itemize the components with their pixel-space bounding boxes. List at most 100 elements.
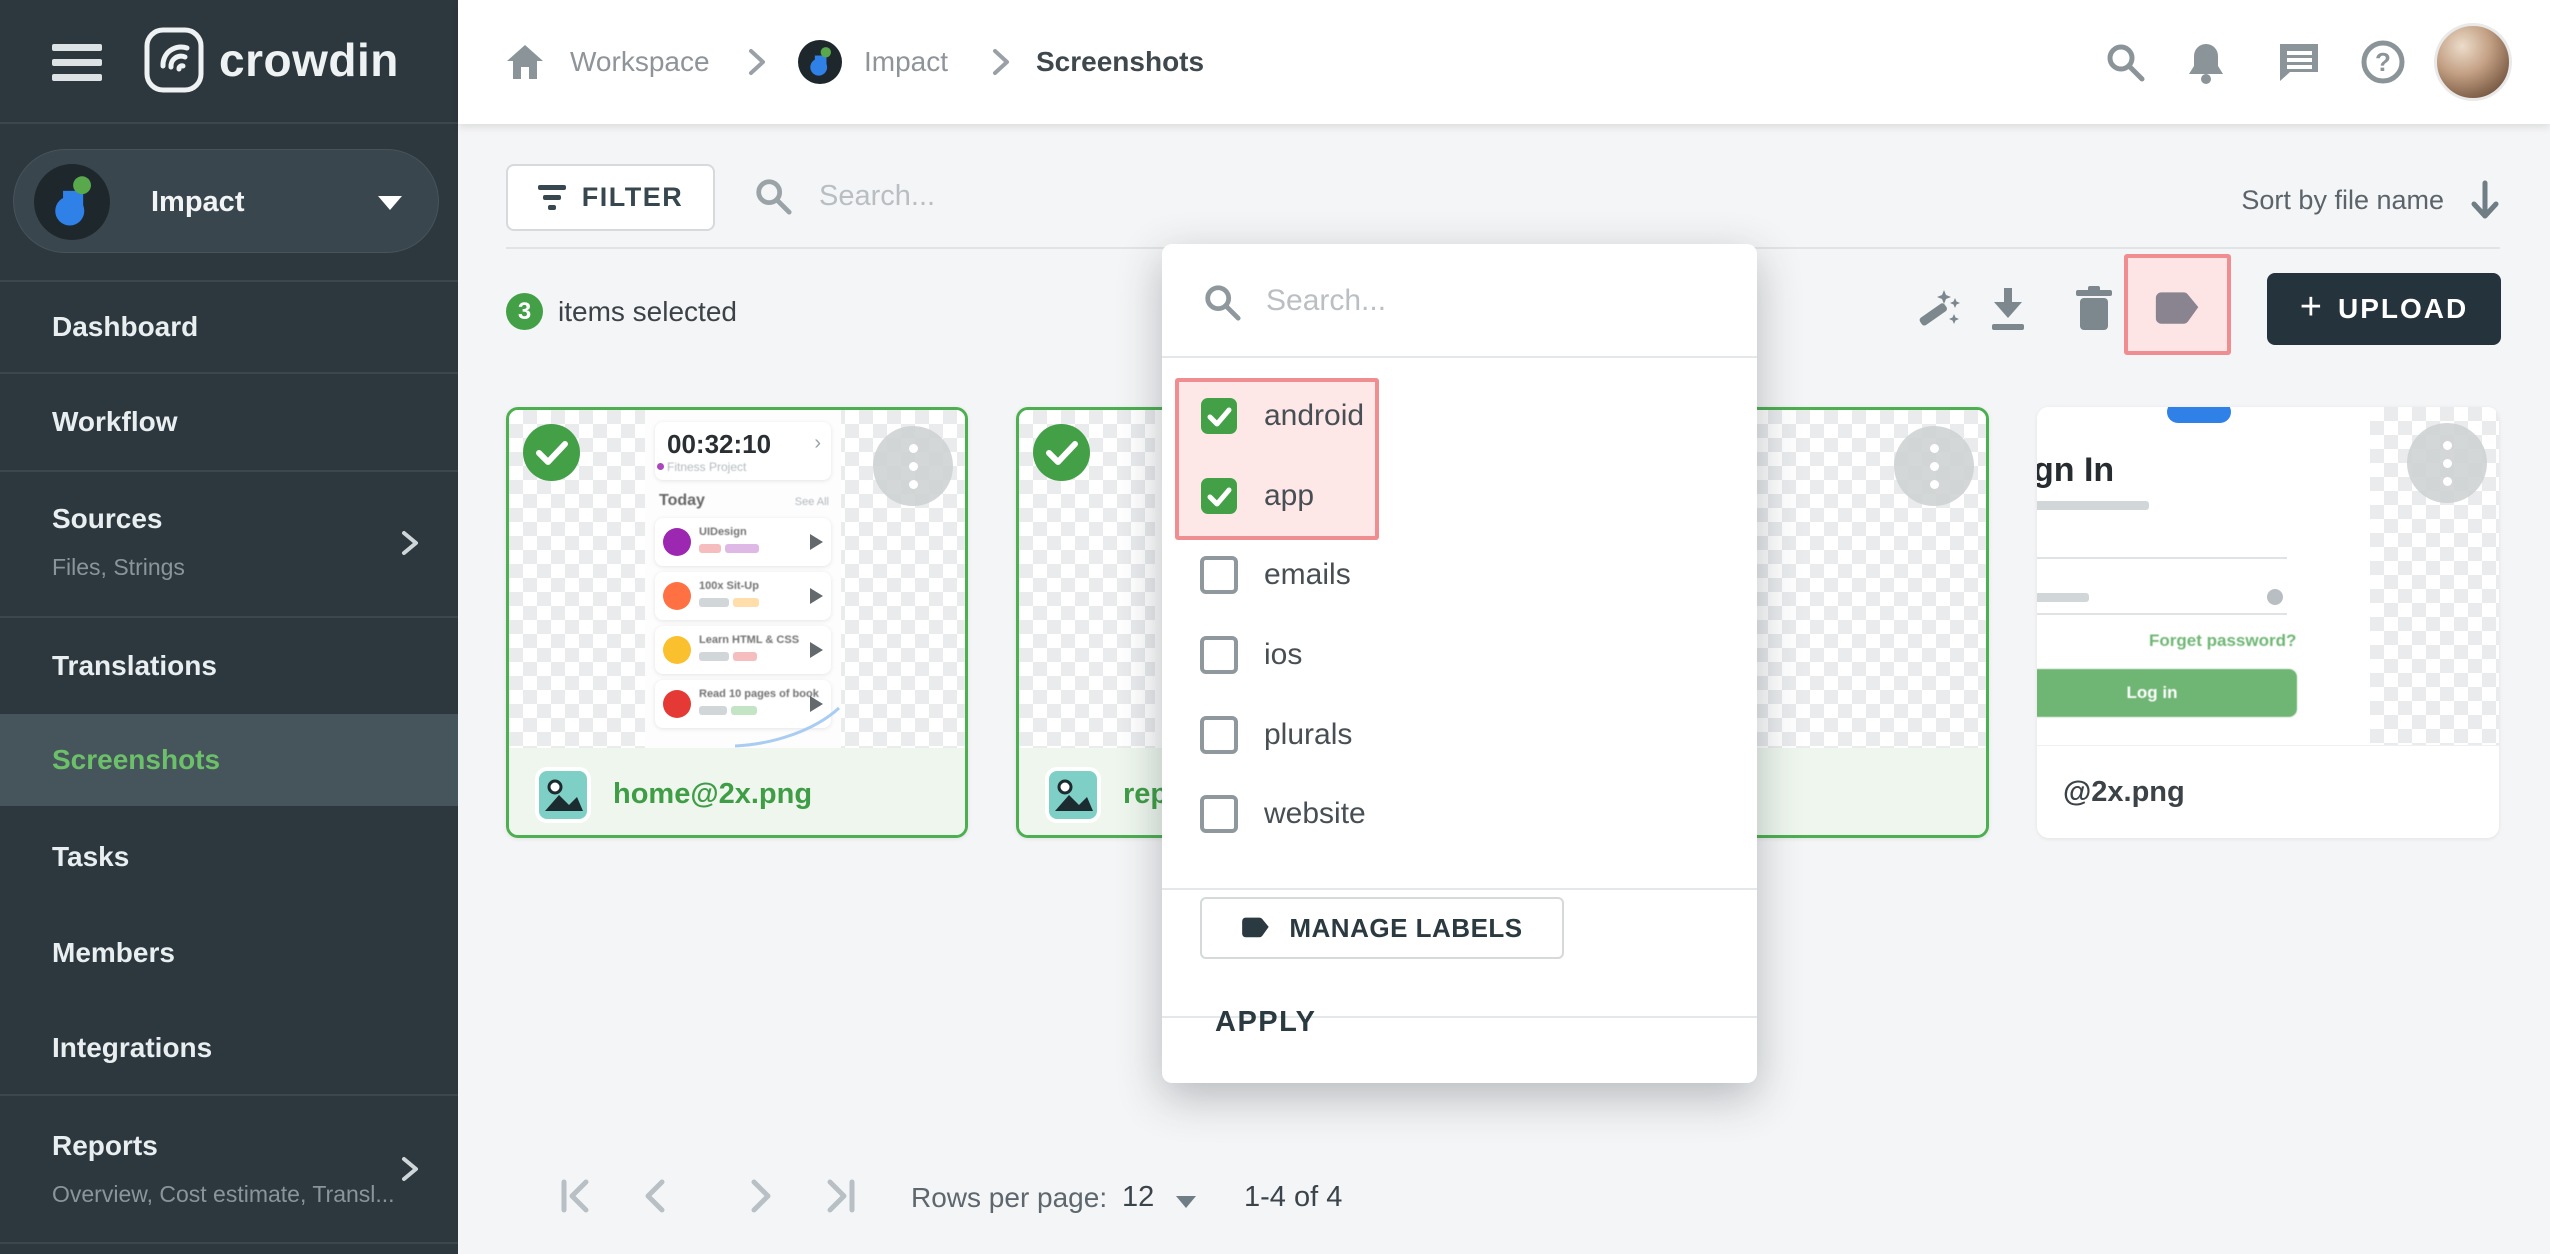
chevron-right-icon bbox=[746, 47, 768, 77]
rows-per-page-value[interactable]: 12 bbox=[1122, 1181, 1154, 1214]
divider bbox=[1162, 356, 1757, 358]
bell-icon[interactable] bbox=[2186, 40, 2226, 84]
screenshot-card-home[interactable]: 00:32:10 › Fitness Project Today See All… bbox=[506, 407, 968, 838]
checkbox-unchecked-icon[interactable] bbox=[1200, 556, 1238, 594]
sidebar-item-dashboard[interactable]: Dashboard bbox=[0, 282, 458, 372]
label-option-android[interactable]: android bbox=[1162, 376, 1757, 456]
delete-icon[interactable] bbox=[2070, 284, 2118, 332]
sidebar-item-subtitle: Files, Strings bbox=[52, 554, 185, 581]
screenshot-filename[interactable]: home@2x.png bbox=[613, 778, 812, 811]
card-menu-button[interactable] bbox=[1894, 426, 1974, 506]
label-tag-icon[interactable] bbox=[2154, 285, 2202, 333]
breadcrumb-workspace[interactable]: Workspace bbox=[570, 46, 710, 78]
sidebar-item-label: Tasks bbox=[52, 841, 129, 873]
sidebar-item-members[interactable]: Members bbox=[0, 906, 458, 1000]
divider bbox=[1162, 888, 1757, 890]
checkbox-unchecked-icon[interactable] bbox=[1200, 795, 1238, 833]
sidebar-item-screenshots[interactable]: Screenshots bbox=[0, 714, 458, 806]
search-placeholder: Search... bbox=[819, 180, 935, 213]
filter-button[interactable]: FILTER bbox=[506, 164, 715, 231]
breadcrumb-project[interactable]: Impact bbox=[864, 46, 948, 78]
project-avatar bbox=[34, 164, 110, 240]
sidebar-item-integrations[interactable]: Integrations bbox=[0, 1002, 458, 1094]
sidebar-item-reports[interactable]: Reports Overview, Cost estimate, Transl.… bbox=[0, 1096, 458, 1242]
rows-per-page-label: Rows per page: bbox=[911, 1182, 1107, 1214]
breadcrumb-current: Screenshots bbox=[1036, 46, 1204, 78]
selected-items-text: items selected bbox=[558, 296, 737, 328]
card-footer: home@2x.png bbox=[509, 748, 965, 838]
search-icon[interactable] bbox=[2104, 41, 2146, 83]
sidebar-item-tasks[interactable]: Tasks bbox=[0, 810, 458, 904]
sidebar-item-label: Dashboard bbox=[52, 311, 198, 343]
plus-icon: + bbox=[2300, 288, 2322, 326]
screenshot-search[interactable]: Search... bbox=[753, 176, 935, 216]
checkbox-checked-icon[interactable] bbox=[1200, 397, 1238, 435]
label-option-app[interactable]: app bbox=[1162, 456, 1757, 536]
sort-direction-icon bbox=[2470, 180, 2500, 220]
project-selector[interactable]: Impact bbox=[13, 149, 439, 253]
chat-icon[interactable] bbox=[2276, 40, 2322, 84]
checkbox-unchecked-icon[interactable] bbox=[1200, 636, 1238, 674]
thumbnail-app-preview: gn In Forget password? Log in bbox=[2037, 407, 2370, 745]
thumb-timer-text: 00:32:10 bbox=[667, 429, 771, 460]
label-option-text: android bbox=[1264, 399, 1364, 433]
auto-tag-wand-icon[interactable] bbox=[1914, 284, 1962, 332]
help-icon[interactable]: ? bbox=[2360, 39, 2406, 85]
sort-label: Sort by file name bbox=[2241, 185, 2444, 216]
sidebar-item-workflow[interactable]: Workflow bbox=[0, 374, 458, 470]
labels-dropdown: Search... android app emails ios plurals… bbox=[1162, 244, 1757, 1083]
chevron-right-icon bbox=[396, 530, 422, 556]
crowdin-logo-icon bbox=[143, 26, 205, 94]
checkbox-unchecked-icon[interactable] bbox=[1200, 716, 1238, 754]
sidebar-item-translations[interactable]: Translations bbox=[0, 618, 458, 714]
chevron-right-icon bbox=[990, 47, 1012, 77]
sidebar-item-sources[interactable]: Sources Files, Strings bbox=[0, 472, 458, 614]
card-menu-button[interactable] bbox=[873, 426, 953, 506]
apply-button[interactable]: APPLY bbox=[1215, 1006, 1317, 1039]
label-search-input[interactable]: Search... bbox=[1266, 284, 1386, 318]
sidebar: crowdin Impact Dashboard Workflow Source… bbox=[0, 0, 458, 1254]
sidebar-item-label: Integrations bbox=[52, 1032, 212, 1064]
upload-button[interactable]: + UPLOAD bbox=[2267, 273, 2501, 345]
sidebar-item-label: Members bbox=[52, 937, 175, 969]
last-page-button[interactable] bbox=[818, 1174, 862, 1218]
label-option-plurals[interactable]: plurals bbox=[1162, 695, 1757, 775]
home-icon[interactable] bbox=[505, 43, 545, 81]
next-page-button[interactable] bbox=[738, 1174, 782, 1218]
sort-control[interactable]: Sort by file name bbox=[2241, 180, 2500, 220]
sidebar-item-label: Translations bbox=[52, 650, 217, 682]
thumb-project-text: Fitness Project bbox=[667, 460, 746, 474]
label-option-ios[interactable]: ios bbox=[1162, 615, 1757, 695]
thumb-section-text: Today bbox=[659, 492, 705, 510]
label-option-website[interactable]: website bbox=[1162, 774, 1757, 854]
card-menu-button[interactable] bbox=[2407, 423, 2487, 503]
selected-check-icon[interactable] bbox=[1033, 424, 1090, 481]
hamburger-menu-icon[interactable] bbox=[52, 44, 102, 82]
image-file-icon bbox=[535, 767, 591, 823]
sidebar-item-label: Reports bbox=[52, 1130, 158, 1162]
sidebar-item-label: Workflow bbox=[52, 406, 177, 438]
selected-check-icon[interactable] bbox=[523, 424, 580, 481]
search-icon bbox=[1202, 282, 1242, 322]
rows-per-page-caret-icon[interactable] bbox=[1176, 1196, 1196, 1208]
label-option-emails[interactable]: emails bbox=[1162, 535, 1757, 615]
screenshot-filename[interactable]: @2x.png bbox=[2063, 776, 2185, 809]
previous-page-button[interactable] bbox=[634, 1174, 678, 1218]
divider bbox=[0, 1242, 458, 1244]
download-icon[interactable] bbox=[1984, 284, 2032, 332]
manage-labels-button[interactable]: MANAGE LABELS bbox=[1200, 897, 1564, 959]
thumb-login-button: Log in bbox=[2037, 669, 2297, 717]
first-page-button[interactable] bbox=[554, 1174, 598, 1218]
user-avatar[interactable] bbox=[2434, 23, 2512, 101]
upload-button-label: UPLOAD bbox=[2338, 293, 2468, 325]
checkbox-checked-icon[interactable] bbox=[1200, 477, 1238, 515]
chevron-down-icon bbox=[378, 196, 402, 210]
screenshot-thumbnail: gn In Forget password? Log in bbox=[2037, 407, 2499, 745]
sidebar-item-subtitle: Overview, Cost estimate, Transl... bbox=[52, 1181, 395, 1208]
divider bbox=[0, 122, 458, 124]
card-footer: @2x.png bbox=[2037, 745, 2499, 838]
label-option-text: ios bbox=[1264, 638, 1302, 672]
crowdin-logo[interactable]: crowdin bbox=[143, 26, 399, 94]
screenshot-card-login[interactable]: gn In Forget password? Log in @2x.png bbox=[2037, 407, 2499, 838]
label-tag-icon bbox=[1241, 915, 1271, 941]
